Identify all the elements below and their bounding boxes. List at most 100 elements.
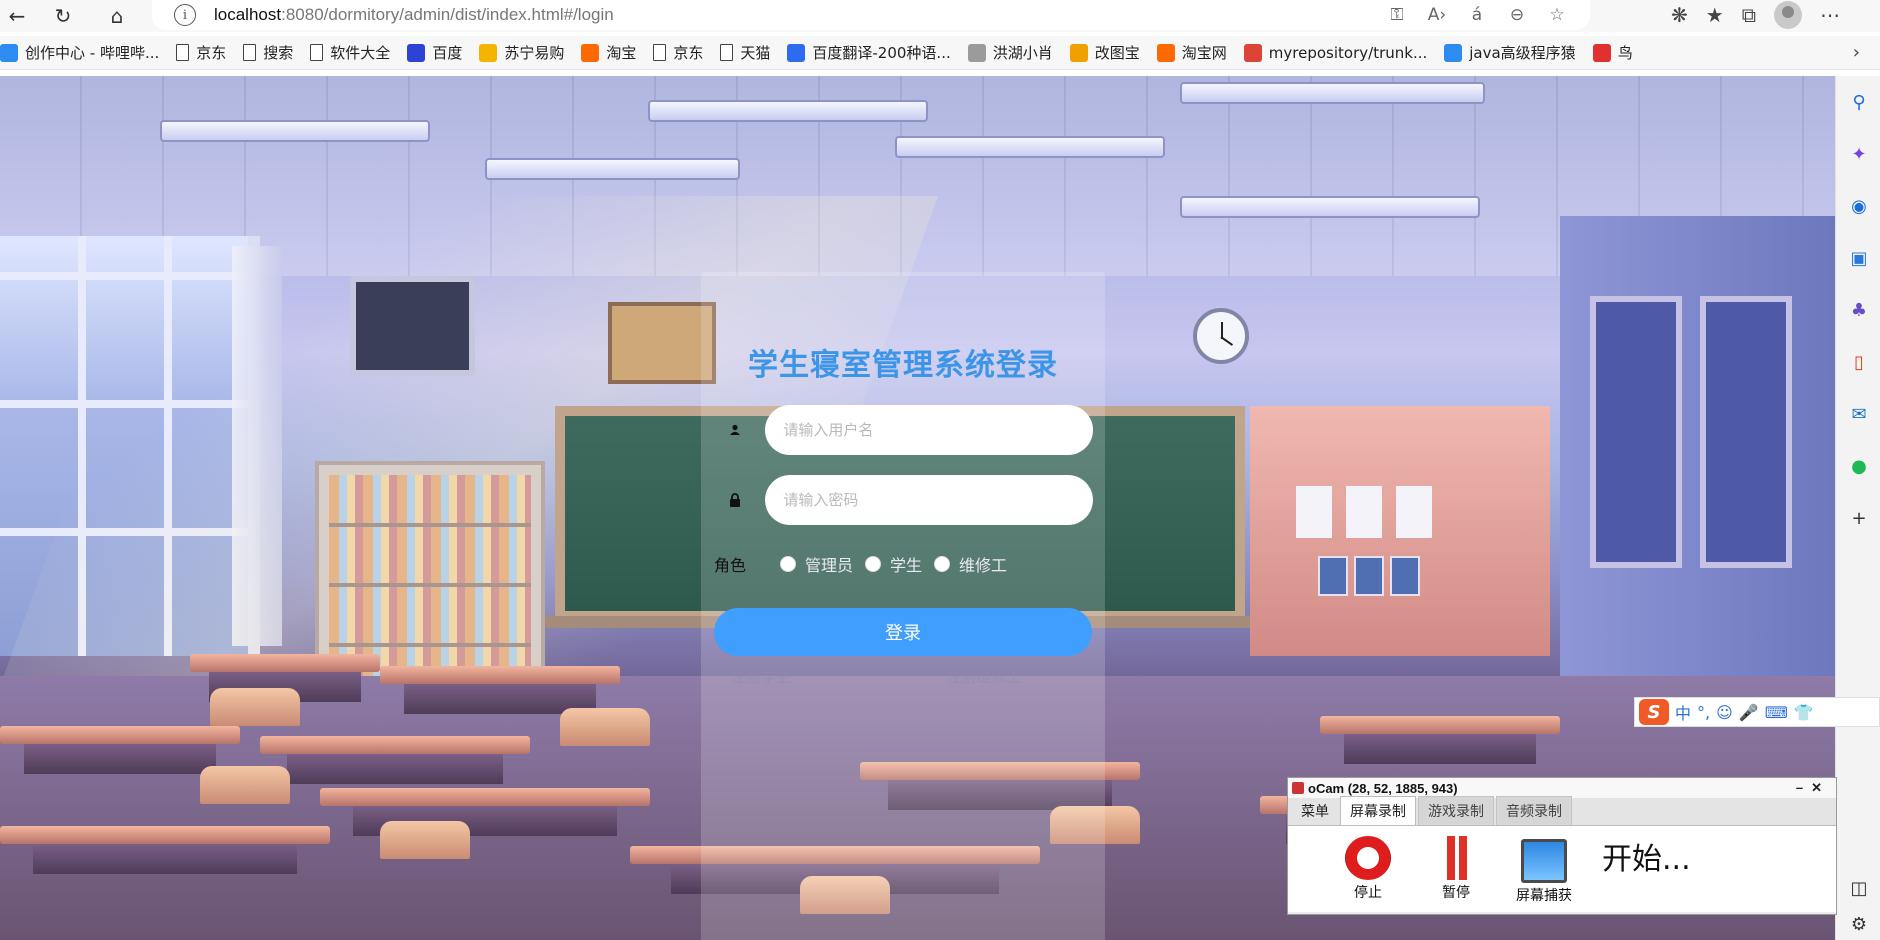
role-radio-admin[interactable]: 管理员 [780, 552, 853, 576]
file-icon [653, 44, 667, 61]
password-input[interactable] [765, 475, 1093, 525]
bookmark-item[interactable]: java高级程序猿 [1444, 42, 1576, 63]
close-icon[interactable]: ✕ [1811, 780, 1830, 795]
search-icon[interactable]: ⚲ [1847, 90, 1871, 114]
sidebar-collapse-icon[interactable]: ◫ [1847, 876, 1871, 900]
register-student-link[interactable]: 注册学生 [731, 666, 791, 687]
bookmark-label: myrepository/trunk... [1268, 43, 1428, 62]
bookmark-item[interactable]: 改图宝 [1069, 42, 1140, 63]
shopping-tag-icon[interactable]: ◉ [1847, 194, 1871, 218]
bookmark-item[interactable]: 京东 [653, 42, 703, 63]
bookmark-item[interactable]: 鸟 [1592, 42, 1633, 63]
wall-clock [1193, 308, 1249, 364]
bookmark-item[interactable]: 淘宝网 [1156, 42, 1227, 63]
radio-circle[interactable] [865, 556, 882, 572]
feather-icon [967, 43, 986, 62]
emoji-icon[interactable]: ☺ [1716, 703, 1733, 722]
home-icon[interactable]: ⌂ [100, 2, 134, 30]
tab-audio-record[interactable]: 音频录制 [1496, 796, 1572, 825]
pause-label: 暂停 [1442, 885, 1470, 901]
extensions-icon[interactable]: ❋ [1671, 3, 1688, 27]
pause-button[interactable]: 暂停 [1412, 836, 1500, 902]
tab-menu[interactable]: 菜单 [1292, 797, 1338, 825]
chrome-icon [1243, 43, 1262, 62]
bookmark-item[interactable]: myrepository/trunk... [1243, 43, 1428, 62]
skin-shirt-icon[interactable]: 👕 [1794, 703, 1814, 722]
bookmark-item[interactable]: 搜索 [243, 42, 293, 63]
register-repairman-link[interactable]: 注册维修工 [946, 666, 1021, 687]
bookmarks-overflow-chevron-icon[interactable]: › [1853, 42, 1860, 63]
collections-icon[interactable]: ⧉ [1742, 3, 1756, 27]
profile-avatar[interactable] [1774, 1, 1802, 29]
bookmark-label: 搜索 [263, 44, 294, 62]
address-bar[interactable]: i localhost:8080/dormitory/admin/dist/in… [152, 0, 1590, 30]
role-label: 角色 [714, 556, 747, 575]
wall-plaque [608, 302, 716, 384]
bookmark-item[interactable]: 京东 [176, 42, 226, 63]
tab-screen-record[interactable]: 屏幕录制 [1340, 796, 1416, 825]
stop-label: 停止 [1354, 885, 1382, 901]
notice-paper [1396, 486, 1432, 538]
bookmark-item[interactable]: 创作中心 - 哔哩哔... [0, 42, 159, 63]
office-icon[interactable]: ▯ [1847, 350, 1871, 374]
bilibili-icon [0, 43, 18, 62]
desk [0, 726, 240, 774]
ceiling-light [895, 136, 1165, 158]
games-icon[interactable]: ♣ [1847, 298, 1871, 322]
refresh-icon[interactable]: ↻ [46, 2, 80, 30]
classroom-tv [350, 276, 475, 376]
add-sidebar-app-icon[interactable]: + [1847, 506, 1871, 530]
wall-poster [1354, 556, 1384, 596]
add-favorite-icon[interactable]: ☆ [1544, 3, 1570, 27]
role-radio-student[interactable]: 学生 [865, 552, 922, 576]
bookmark-item[interactable]: 淘宝 [581, 42, 636, 63]
copilot-sparkle-icon[interactable]: ✦ [1847, 142, 1871, 166]
bookmark-item[interactable]: 天猫 [720, 42, 770, 63]
sogou-logo-icon[interactable]: S [1639, 699, 1669, 725]
stop-button[interactable]: 停止 [1324, 836, 1412, 902]
spotify-icon[interactable]: ● [1847, 454, 1871, 478]
zoom-out-icon[interactable]: ⊖ [1504, 3, 1530, 27]
bookmark-item[interactable]: 百度 [407, 42, 462, 63]
tab-game-record[interactable]: 游戏录制 [1418, 796, 1494, 825]
ocam-titlebar[interactable]: oCam (28, 52, 1885, 943) –✕ [1288, 778, 1836, 798]
radio-circle[interactable] [934, 556, 951, 572]
minimize-icon[interactable]: – [1796, 780, 1811, 795]
bookmark-label: 京东 [196, 44, 227, 62]
microphone-icon[interactable]: 🎤 [1739, 703, 1759, 722]
back-arrow-icon[interactable]: ← [0, 2, 34, 30]
bookmark-item[interactable]: 苏宁易购 [479, 42, 564, 63]
bookmark-label: 百度翻译-200种语... [812, 44, 951, 62]
chair [200, 766, 290, 804]
desk [320, 788, 650, 836]
login-button[interactable]: 登录 [714, 608, 1092, 656]
bird-icon [1592, 43, 1611, 62]
username-row [721, 405, 1093, 455]
keyboard-icon[interactable]: ⌨ [1765, 703, 1788, 722]
suning-icon [479, 43, 498, 62]
more-menu-icon[interactable]: ⋯ [1820, 3, 1840, 27]
ceiling-light [485, 158, 740, 180]
read-aloud-icon[interactable]: A› [1424, 3, 1450, 27]
bookmark-item[interactable]: 洪湖小肖 [967, 42, 1053, 63]
bookmark-item[interactable]: 百度翻译-200种语... [787, 42, 951, 63]
key-icon[interactable]: ⚿ [1384, 3, 1410, 27]
outlook-icon[interactable]: ✉ [1847, 402, 1871, 426]
bilibili-tv-icon [1444, 43, 1463, 62]
role-option-label: 管理员 [805, 556, 854, 575]
site-info-icon[interactable]: i [174, 4, 196, 26]
ime-punctuation-toggle[interactable]: °, [1697, 703, 1710, 722]
translate-icon[interactable]: á [1464, 3, 1490, 27]
screen-capture-button[interactable]: 屏幕捕获 [1500, 833, 1588, 905]
sidebar-settings-gear-icon[interactable]: ⚙ [1847, 912, 1871, 936]
bookmark-item[interactable]: 软件大全 [310, 42, 390, 63]
tools-briefcase-icon[interactable]: ▣ [1847, 246, 1871, 270]
url-text[interactable]: localhost:8080/dormitory/admin/dist/inde… [214, 5, 614, 25]
chair [380, 821, 470, 859]
ime-language-toggle[interactable]: 中 [1675, 700, 1691, 724]
radio-circle[interactable] [780, 556, 797, 572]
role-radio-repairman[interactable]: 维修工 [934, 552, 1007, 576]
taobao-icon [1156, 43, 1175, 62]
username-input[interactable] [765, 405, 1093, 455]
favorites-icon[interactable]: ★ [1706, 3, 1724, 27]
